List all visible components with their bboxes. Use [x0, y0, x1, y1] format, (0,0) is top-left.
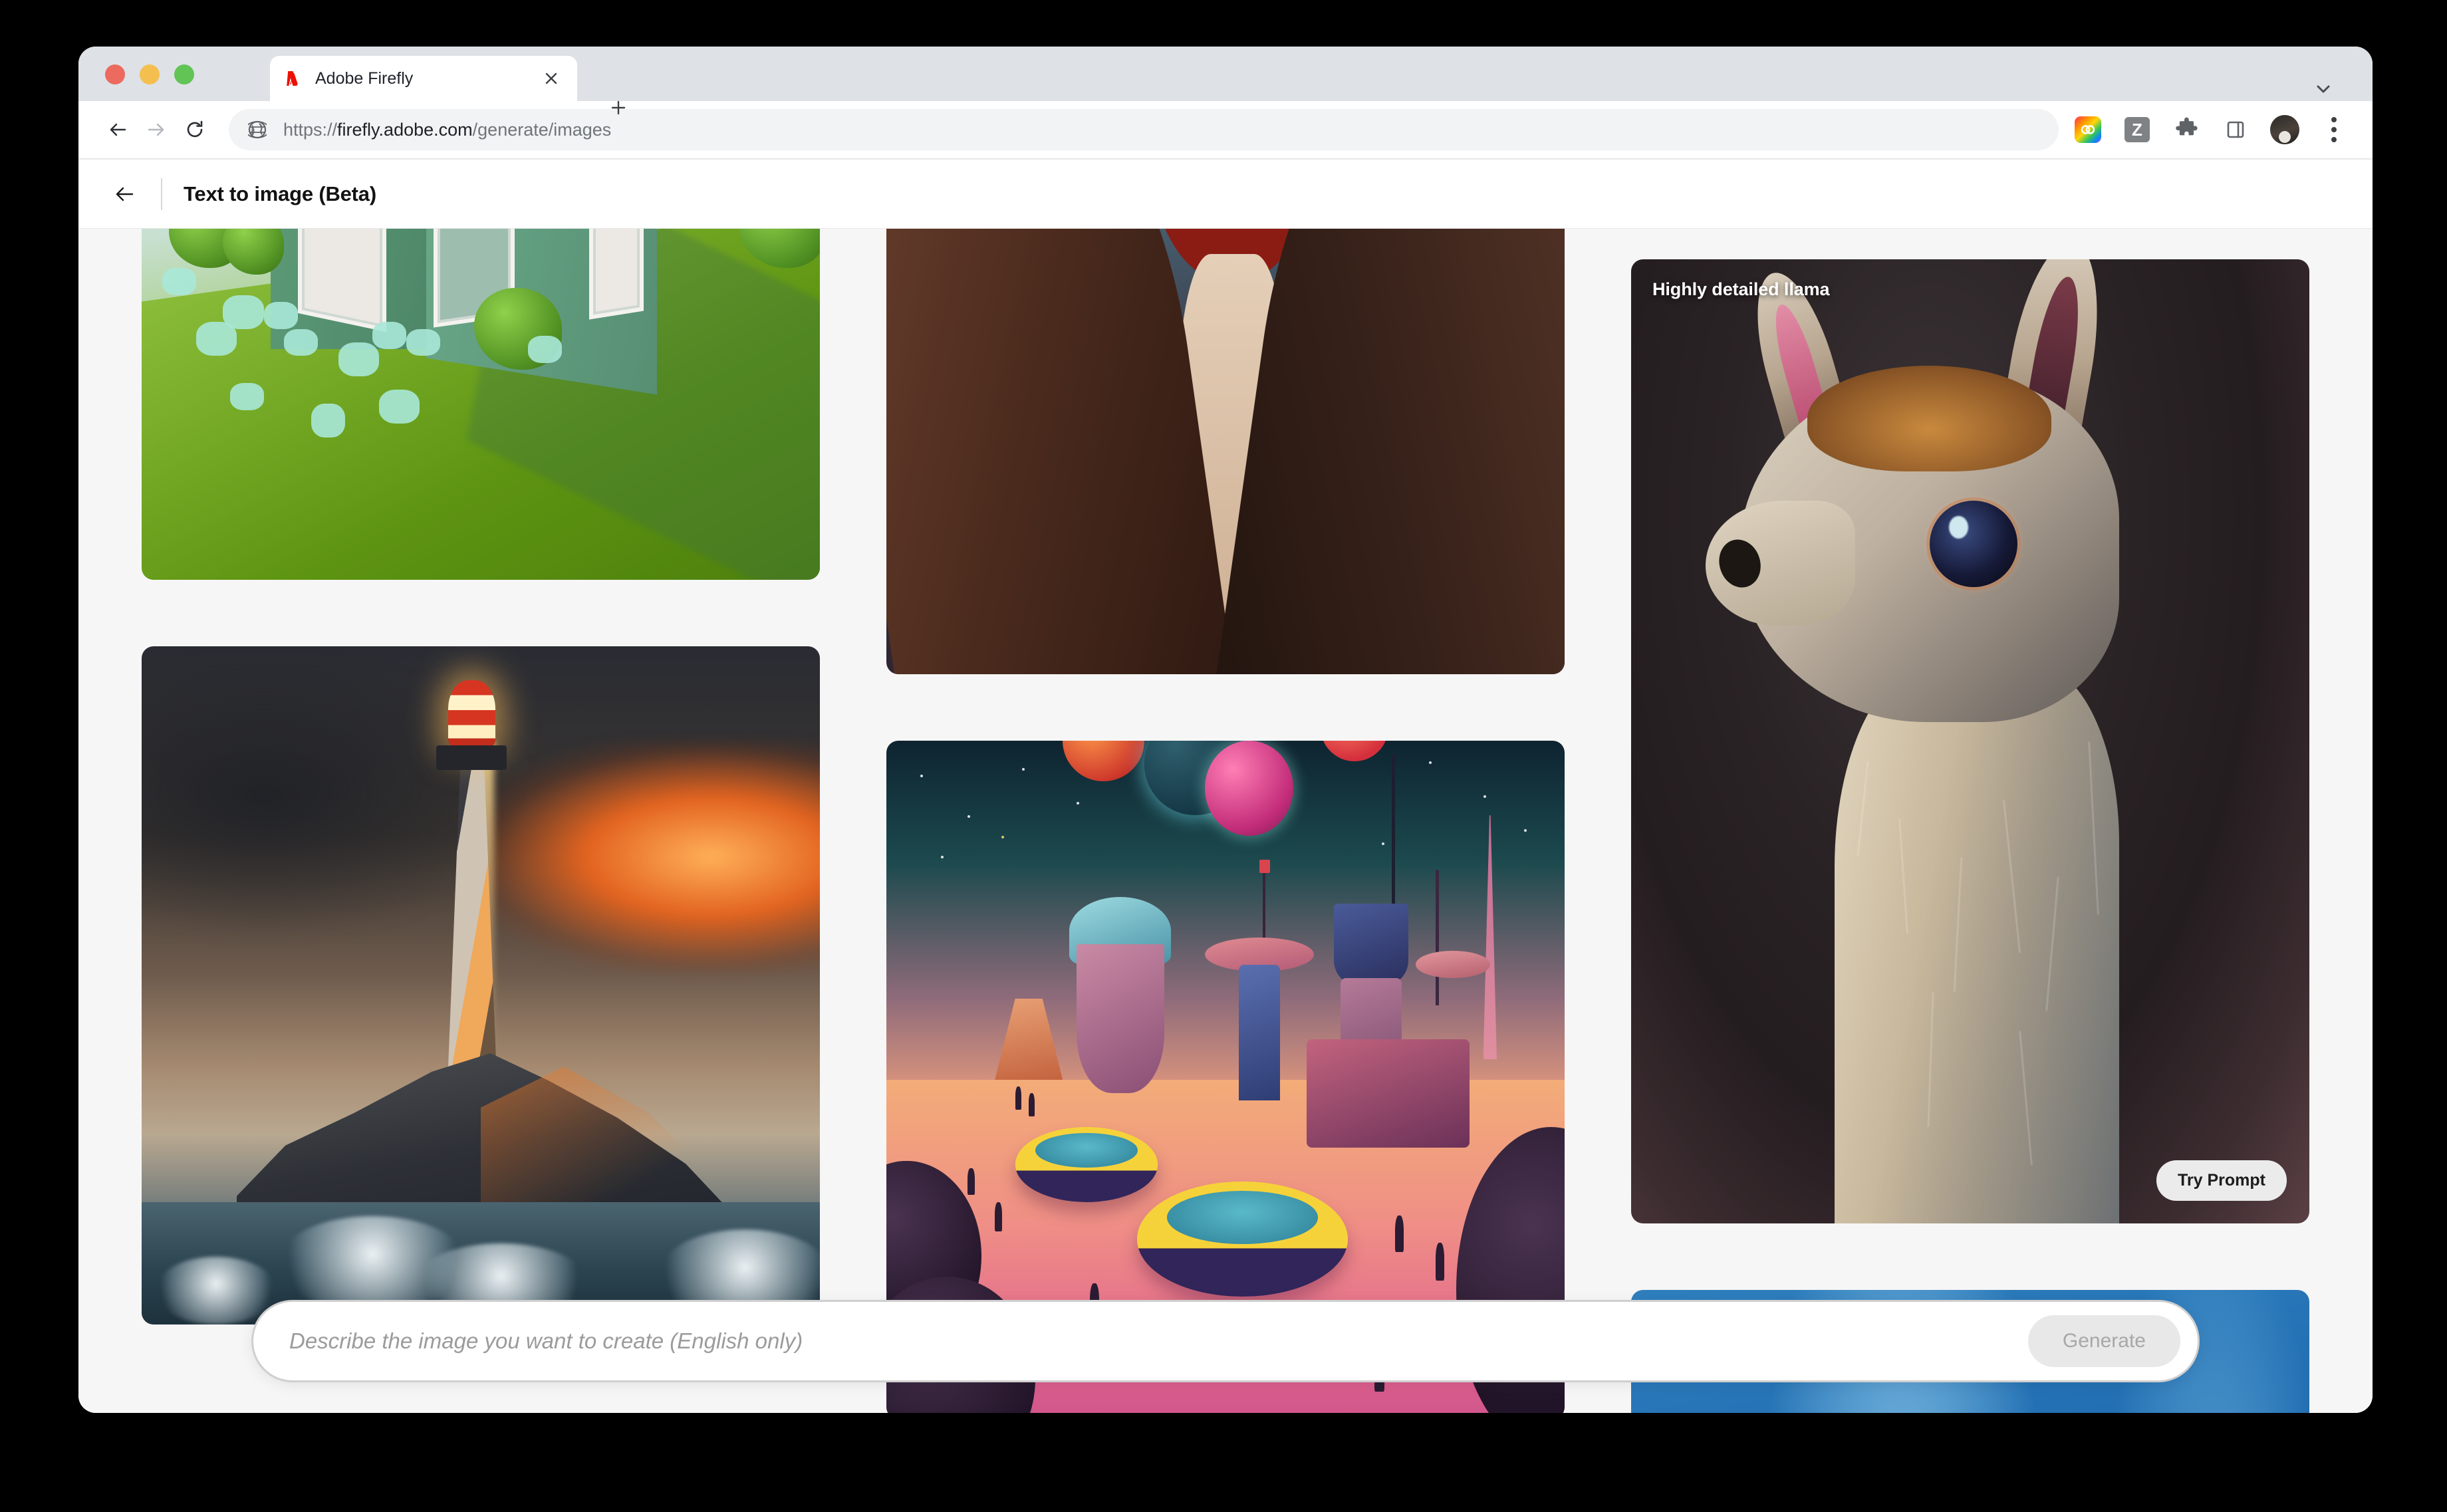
minimize-window-button[interactable] — [140, 64, 160, 84]
prompt-bar: Generate — [251, 1300, 2200, 1382]
isometric-green-house-art — [142, 229, 820, 580]
app-header: Text to image (Beta) — [78, 160, 2373, 229]
adobe-firefly-logo-icon — [283, 68, 305, 89]
maximize-window-button[interactable] — [174, 64, 194, 84]
highly-detailed-llama-art — [1631, 259, 2309, 1223]
new-tab-button[interactable] — [604, 93, 633, 122]
url-text: https://firefly.adobe.com/generate/image… — [283, 120, 611, 140]
browser-toolbar: https://firefly.adobe.com/generate/image… — [78, 101, 2373, 160]
gallery-column-middle — [886, 229, 1565, 1413]
forward-button-icon[interactable] — [137, 110, 176, 149]
back-button-icon[interactable] — [98, 110, 137, 149]
reload-button-icon[interactable] — [176, 110, 214, 149]
gallery-column-right: Highly detailed llama Try Prompt — [1631, 229, 2309, 1413]
prompt-input[interactable] — [289, 1328, 2028, 1354]
tab-strip: Adobe Firefly — [78, 47, 2373, 101]
gallery-card[interactable] — [886, 229, 1565, 674]
image-gallery: Highly detailed llama Try Prompt — [78, 229, 2373, 1413]
close-tab-icon[interactable] — [539, 66, 564, 91]
profile-avatar[interactable] — [2269, 114, 2301, 146]
header-divider — [161, 178, 162, 210]
browser-menu-icon[interactable] — [2318, 114, 2350, 146]
chevron-down-icon[interactable] — [2309, 74, 2338, 104]
toolbar-icons: Z — [2072, 114, 2350, 146]
app-body: Highly detailed llama Try Prompt Generat… — [78, 229, 2373, 1413]
gallery-card[interactable] — [142, 229, 820, 580]
window-controls — [105, 64, 194, 84]
zotero-icon[interactable]: Z — [2121, 114, 2153, 146]
gallery-card[interactable]: Highly detailed llama Try Prompt — [1631, 259, 2309, 1223]
gallery-card[interactable] — [142, 646, 820, 1324]
gallery-column-left — [142, 229, 820, 1413]
creative-cloud-icon[interactable] — [2072, 114, 2104, 146]
stormy-lighthouse-art — [142, 646, 820, 1324]
url-path: /generate/images — [473, 120, 612, 140]
extensions-puzzle-icon[interactable] — [2170, 114, 2202, 146]
close-window-button[interactable] — [105, 64, 125, 84]
zotero-glyph: Z — [2125, 117, 2150, 142]
address-bar[interactable]: https://firefly.adobe.com/generate/image… — [229, 109, 2059, 150]
tab-title: Adobe Firefly — [315, 69, 539, 88]
try-prompt-button[interactable]: Try Prompt — [2156, 1160, 2287, 1201]
browser-tab[interactable]: Adobe Firefly — [270, 56, 577, 101]
page-title: Text to image (Beta) — [184, 182, 376, 206]
generate-button[interactable]: Generate — [2028, 1315, 2180, 1367]
side-panel-icon[interactable] — [2220, 114, 2252, 146]
app-back-button[interactable] — [105, 175, 144, 213]
card-caption: Highly detailed llama — [1652, 279, 1829, 300]
url-scheme: https:// — [283, 120, 337, 140]
url-host: firefly.adobe.com — [337, 120, 473, 140]
browser-window: Adobe Firefly — [78, 47, 2373, 1413]
globe-icon — [246, 118, 269, 141]
cyberpunk-leather-jacket-art — [886, 229, 1565, 674]
